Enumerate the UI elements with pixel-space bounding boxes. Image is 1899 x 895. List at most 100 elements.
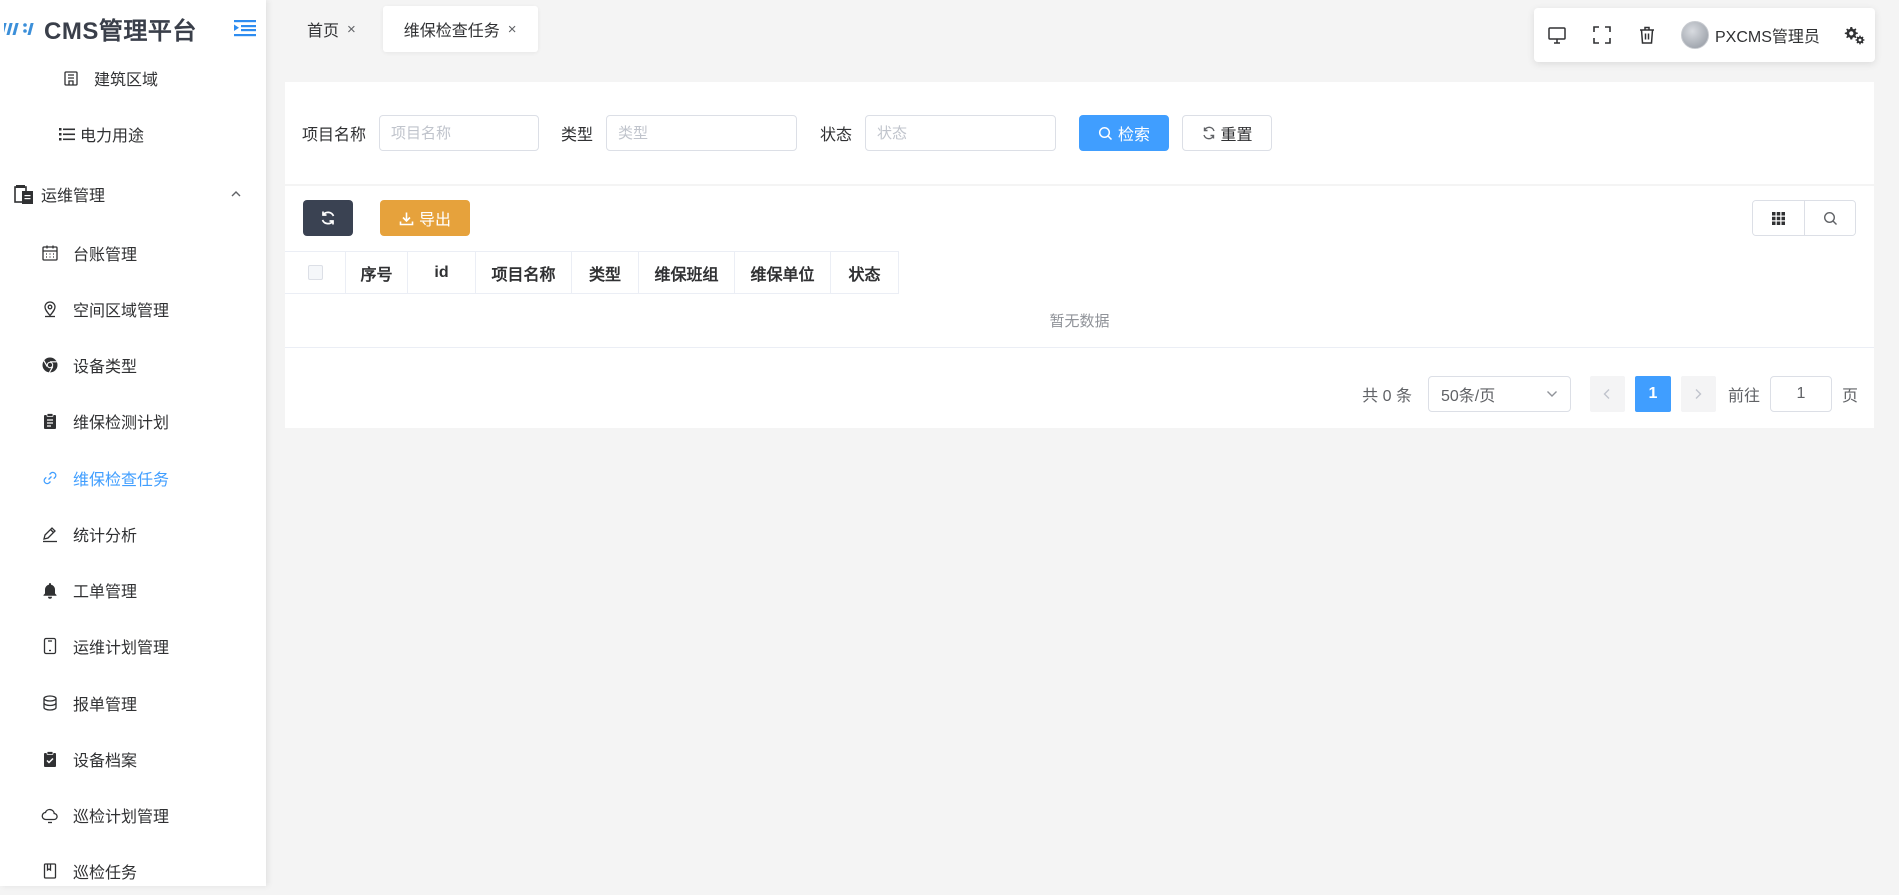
sidebar-item-label: 报单管理 bbox=[73, 697, 138, 714]
column-header[interactable]: 维保班组 bbox=[639, 252, 735, 294]
sidebar-item-label: 空间区域管理 bbox=[73, 303, 170, 320]
select-all-checkbox[interactable] bbox=[307, 265, 323, 280]
select-all-cell bbox=[285, 252, 346, 294]
status-label: 状态 bbox=[820, 127, 853, 144]
toggle-search-button[interactable] bbox=[1804, 201, 1855, 235]
search-icon bbox=[1823, 211, 1837, 225]
sidebar-item-device-archive[interactable]: 设备档案 bbox=[0, 737, 266, 781]
bell-icon bbox=[43, 583, 57, 599]
chevron-up-icon bbox=[231, 191, 241, 197]
close-icon[interactable]: × bbox=[508, 21, 517, 38]
search-button[interactable]: 检索 bbox=[1079, 115, 1170, 151]
settings-gears-icon[interactable] bbox=[1842, 23, 1866, 47]
clipboard-check-icon bbox=[44, 751, 56, 767]
sidebar-item-ledger[interactable]: 台账管理 bbox=[0, 231, 266, 275]
table-header: 序号 id 项目名称 类型 维保班组 维保单位 状态 bbox=[285, 251, 899, 294]
project-name-label: 项目名称 bbox=[302, 127, 367, 144]
app-title: CMS管理平台 bbox=[44, 18, 197, 45]
sidebar-item-ops-plan[interactable]: 运维计划管理 bbox=[0, 624, 266, 668]
reset-button-label: 重置 bbox=[1220, 127, 1253, 144]
refresh-icon bbox=[321, 211, 335, 225]
sidebar-item-label: 设备档案 bbox=[73, 753, 138, 770]
column-header[interactable]: 类型 bbox=[572, 252, 639, 294]
link-icon bbox=[43, 471, 57, 485]
chrome-icon bbox=[42, 357, 58, 373]
tablet-icon bbox=[43, 637, 57, 655]
tab-label: 维保检查任务 bbox=[403, 23, 500, 40]
sidebar-group-ops-management[interactable]: 运维管理 bbox=[0, 172, 266, 216]
goto-page-input[interactable]: 1 bbox=[1769, 376, 1832, 412]
fullscreen-icon[interactable] bbox=[1591, 24, 1613, 46]
export-button-label: 导出 bbox=[418, 212, 451, 229]
column-header[interactable]: 项目名称 bbox=[476, 252, 572, 294]
sidebar-item-label: 台账管理 bbox=[73, 247, 138, 264]
download-icon bbox=[399, 212, 414, 225]
page-suffix: 页 bbox=[1841, 388, 1858, 405]
refresh-table-button[interactable] bbox=[303, 200, 353, 236]
goto-label: 前往 bbox=[1727, 388, 1760, 405]
calendar-icon bbox=[42, 245, 58, 261]
page-size-value: 50条/页 bbox=[1440, 388, 1496, 405]
total-count: 共 0 条 bbox=[1362, 388, 1412, 405]
sidebar-item-label: 电力用途 bbox=[80, 128, 145, 145]
chevron-down-icon bbox=[1546, 391, 1557, 397]
list-icon bbox=[59, 128, 75, 141]
sidebar-item-report-management[interactable]: 报单管理 bbox=[0, 681, 266, 725]
sidebar-item-space-area[interactable]: 空间区域管理 bbox=[0, 287, 266, 331]
sidebar-item-label: 工单管理 bbox=[73, 584, 138, 601]
cloud-icon bbox=[41, 808, 58, 824]
page-number-current[interactable]: 1 bbox=[1634, 376, 1671, 412]
column-settings-button[interactable] bbox=[1753, 201, 1804, 235]
sidebar-item-device-type[interactable]: 设备类型 bbox=[0, 343, 266, 387]
tab-label: 首页 bbox=[307, 23, 340, 40]
sidebar: CMS管理平台 建筑区域 电力用途 运维管理 台账管理 空间区域管理 设备类型 … bbox=[0, 0, 266, 886]
sidebar-item-statistics[interactable]: 统计分析 bbox=[0, 512, 266, 556]
sidebar-item-work-order[interactable]: 工单管理 bbox=[0, 568, 266, 612]
chevron-left-icon bbox=[1603, 389, 1610, 399]
sidebar-item-maintenance-task[interactable]: 维保检查任务 bbox=[0, 456, 266, 500]
pagination: 共 0 条 50条/页 1 前往 1 页 bbox=[1362, 376, 1858, 412]
next-page-button[interactable] bbox=[1680, 376, 1716, 412]
page-size-select[interactable]: 50条/页 bbox=[1427, 376, 1571, 412]
sidebar-item-label: 巡检任务 bbox=[73, 865, 138, 882]
column-header[interactable]: id bbox=[408, 252, 476, 294]
type-input[interactable] bbox=[606, 115, 798, 151]
top-toolbar: PXCMS管理员 bbox=[1534, 8, 1875, 62]
tab-maintenance-task[interactable]: 维保检查任务 × bbox=[382, 6, 538, 52]
sidebar-item-label: 维保检测计划 bbox=[73, 415, 170, 432]
prev-page-button[interactable] bbox=[1589, 376, 1625, 412]
notebook-icon bbox=[43, 863, 57, 879]
sidebar-item-label: 运维计划管理 bbox=[73, 640, 170, 657]
column-header[interactable]: 维保单位 bbox=[735, 252, 831, 294]
sidebar-item-power-usage[interactable]: 电力用途 bbox=[0, 112, 266, 156]
type-label: 类型 bbox=[561, 127, 594, 144]
empty-state: 暂无数据 bbox=[285, 294, 1874, 348]
search-button-label: 检索 bbox=[1118, 127, 1151, 144]
tab-bar: 首页 × 维保检查任务 × bbox=[286, 6, 544, 52]
reset-button[interactable]: 重置 bbox=[1182, 115, 1273, 151]
column-header[interactable]: 状态 bbox=[831, 252, 899, 294]
table-panel: 导出 序号 id 项目名称 类型 维保班组 维保单位 状态 暂无数据 共 0 条… bbox=[285, 186, 1874, 428]
trash-icon[interactable] bbox=[1636, 24, 1658, 46]
logo-icon bbox=[4, 22, 34, 35]
avatar[interactable] bbox=[1681, 21, 1709, 49]
search-panel: 项目名称 类型 状态 检索 重置 bbox=[285, 82, 1874, 184]
sidebar-item-maintenance-plan[interactable]: 维保检测计划 bbox=[0, 399, 266, 443]
sidebar-item-label: 统计分析 bbox=[73, 528, 138, 545]
logo-bar: CMS管理平台 bbox=[0, 0, 266, 57]
clipboard-icon bbox=[44, 413, 56, 429]
username[interactable]: PXCMS管理员 bbox=[1715, 23, 1820, 47]
column-header[interactable]: 序号 bbox=[346, 252, 408, 294]
collapse-sidebar-icon[interactable] bbox=[234, 19, 256, 37]
sidebar-item-inspection-plan[interactable]: 巡检计划管理 bbox=[0, 793, 266, 837]
close-icon[interactable]: × bbox=[347, 21, 356, 38]
export-button[interactable]: 导出 bbox=[380, 200, 470, 236]
sidebar-item-building-area[interactable]: 建筑区域 bbox=[0, 56, 266, 100]
sidebar-item-inspection-task[interactable]: 巡检任务 bbox=[0, 849, 266, 886]
project-name-input[interactable] bbox=[379, 115, 540, 151]
tab-home[interactable]: 首页 × bbox=[286, 6, 377, 52]
coin-icon bbox=[43, 695, 57, 711]
monitor-icon[interactable] bbox=[1546, 24, 1568, 46]
status-input[interactable] bbox=[865, 115, 1057, 151]
sidebar-item-label: 维保检查任务 bbox=[73, 472, 170, 489]
